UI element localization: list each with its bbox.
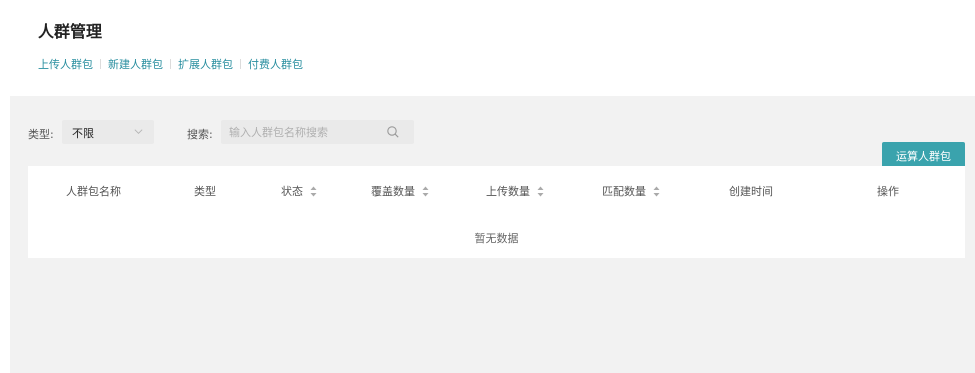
action-links: 上传人群包 新建人群包 扩展人群包 付费人群包 bbox=[38, 56, 303, 72]
type-select-value: 不限 bbox=[72, 127, 94, 140]
divider bbox=[240, 59, 241, 69]
sort-icon[interactable] bbox=[537, 186, 544, 197]
type-filter-label: 类型: bbox=[28, 128, 54, 141]
column-header-type: 类型 bbox=[194, 185, 216, 198]
chevron-down-icon bbox=[134, 129, 143, 134]
sort-icon[interactable] bbox=[310, 186, 317, 197]
search-icon[interactable] bbox=[386, 125, 400, 139]
type-select[interactable]: 不限 bbox=[62, 120, 154, 144]
divider bbox=[170, 59, 171, 69]
sort-icon[interactable] bbox=[422, 186, 429, 197]
paid-package-link[interactable]: 付费人群包 bbox=[248, 56, 303, 72]
filter-bar: 类型: 不限 搜索: 运算人群包 bbox=[28, 120, 965, 172]
column-header-actions: 操作 bbox=[877, 185, 899, 198]
search-input[interactable] bbox=[229, 120, 379, 144]
new-package-link[interactable]: 新建人群包 bbox=[108, 56, 163, 72]
sort-icon[interactable] bbox=[653, 186, 660, 197]
column-header-name: 人群包名称 bbox=[66, 185, 121, 198]
package-table: 人群包名称 类型 状态 覆盖数量 上传数量 匹配数量 创建时间 操作 暂无数据 bbox=[28, 166, 965, 258]
column-header-coverage[interactable]: 覆盖数量 bbox=[371, 183, 429, 199]
column-header-upload-count[interactable]: 上传数量 bbox=[486, 183, 544, 199]
search-label: 搜索: bbox=[187, 128, 213, 141]
divider bbox=[100, 59, 101, 69]
upload-package-link[interactable]: 上传人群包 bbox=[38, 56, 93, 72]
page-header: 人群管理 上传人群包 新建人群包 扩展人群包 付费人群包 bbox=[0, 0, 975, 96]
search-box bbox=[221, 120, 414, 144]
main-content: 类型: 不限 搜索: 运算人群包 人群包名称 类型 状态 bbox=[10, 96, 975, 373]
expand-package-link[interactable]: 扩展人群包 bbox=[178, 56, 233, 72]
empty-state-text: 暂无数据 bbox=[474, 232, 519, 245]
column-header-created-time: 创建时间 bbox=[729, 185, 773, 198]
column-header-status[interactable]: 状态 bbox=[281, 183, 317, 199]
page-title: 人群管理 bbox=[38, 22, 103, 41]
column-header-match-count[interactable]: 匹配数量 bbox=[602, 183, 660, 199]
